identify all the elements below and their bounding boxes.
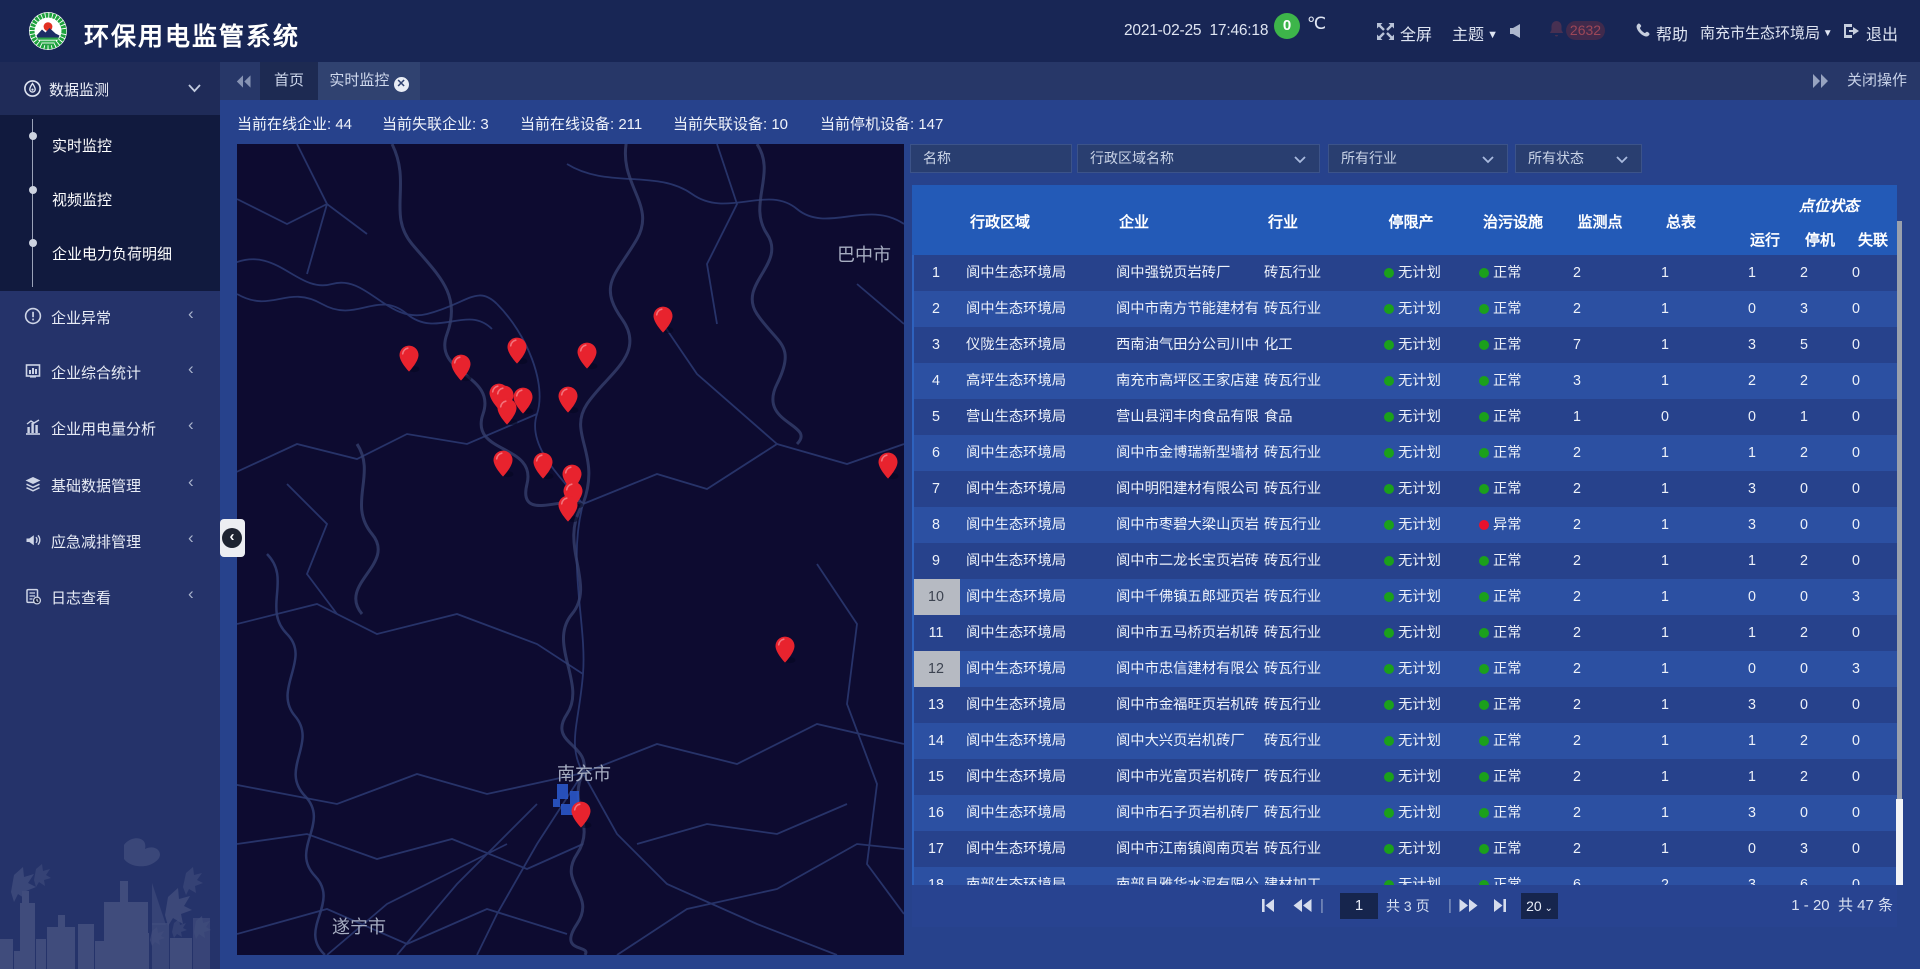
svg-text:南充市: 南充市: [557, 764, 611, 784]
svg-text:巴中市: 巴中市: [837, 245, 891, 265]
svg-text:遂宁市: 遂宁市: [332, 917, 386, 937]
